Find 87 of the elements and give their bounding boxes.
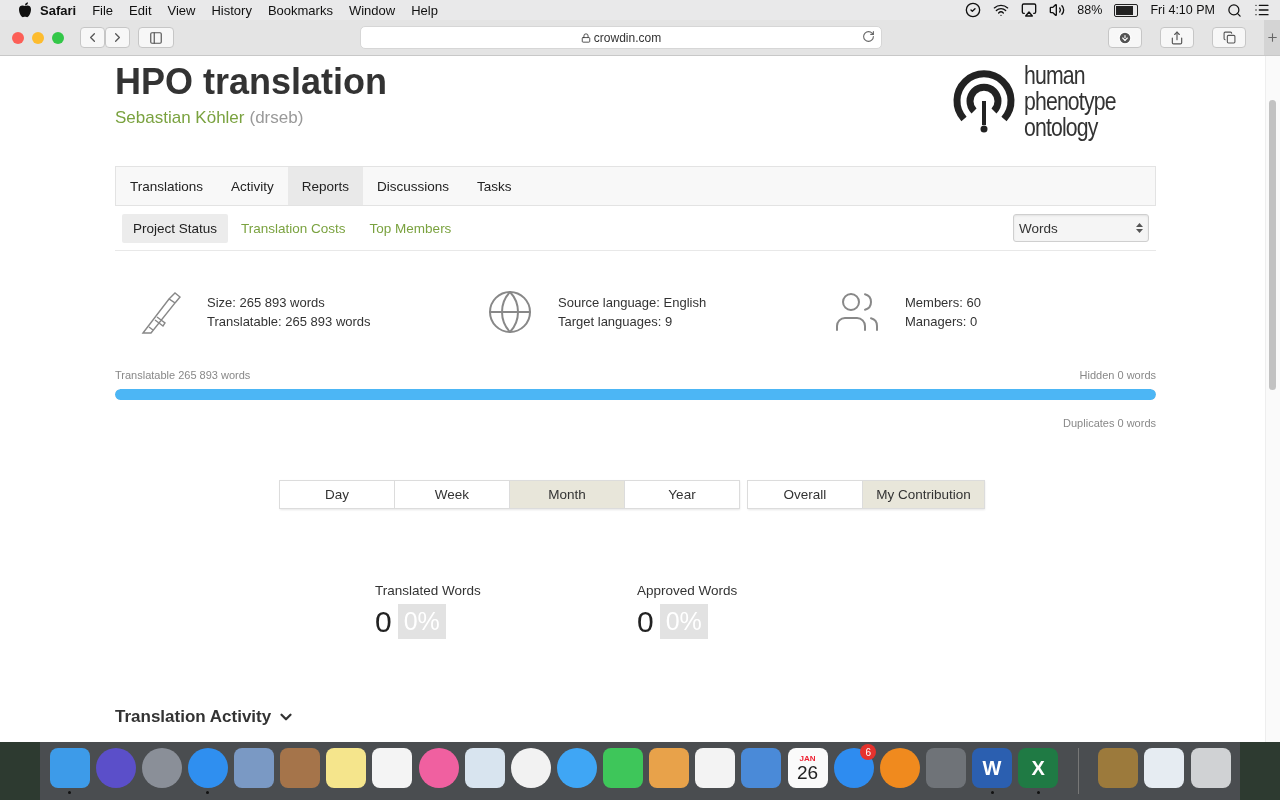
metric-value: 0: [375, 604, 392, 639]
tabs-button[interactable]: [1212, 27, 1246, 48]
app-icon[interactable]: [603, 748, 644, 788]
menu-item[interactable]: Bookmarks: [259, 2, 341, 18]
menu-item[interactable]: File: [84, 2, 122, 18]
download-button[interactable]: [1108, 27, 1142, 48]
notification-badge: 6: [860, 744, 877, 760]
new-tab-button[interactable]: [1264, 20, 1280, 55]
period-button[interactable]: Week: [394, 480, 510, 509]
check-circle-icon[interactable]: [965, 2, 982, 18]
calendar-day: 26: [797, 763, 819, 782]
nav-tab[interactable]: Discussions: [363, 167, 464, 205]
tabs-icon[interactable]: [1222, 31, 1236, 44]
period-button[interactable]: Month: [509, 480, 625, 509]
lock-icon: [580, 32, 591, 43]
app-menu[interactable]: Safari: [32, 2, 85, 18]
logo-text: ontology: [1024, 114, 1099, 140]
section-title[interactable]: Translation Activity: [115, 707, 272, 727]
app-icon[interactable]: [1190, 748, 1231, 788]
logo-text: phenotype: [1024, 88, 1116, 114]
stat-text: Managers: 0: [905, 314, 979, 329]
app-letter: X: [1031, 756, 1045, 780]
wifi-icon[interactable]: [993, 2, 1010, 18]
app-letter: W: [982, 756, 1002, 780]
app-icon[interactable]: [695, 748, 736, 788]
address-bar[interactable]: crowdin.com: [360, 26, 882, 49]
progress-label: Translatable 265 893 words: [115, 369, 251, 381]
progress-label: Hidden 0 words: [1079, 369, 1156, 381]
unit-select[interactable]: Words: [1013, 214, 1149, 242]
select-arrows-icon[interactable]: [1136, 222, 1143, 234]
sidebar-button[interactable]: [138, 27, 174, 48]
share-button[interactable]: [1160, 27, 1194, 48]
stat-text: Source language: English: [558, 295, 707, 310]
nav-tab[interactable]: Translations: [116, 167, 218, 205]
apple-icon[interactable]: [18, 2, 32, 18]
stat-text: Size: 265 893 words: [207, 295, 326, 310]
scope-button[interactable]: My Contribution: [862, 480, 985, 509]
app-icon[interactable]: [372, 748, 413, 788]
owner-handle: (drseb): [249, 108, 304, 128]
nav-tab[interactable]: Activity: [217, 167, 288, 205]
app-icon[interactable]: [510, 748, 551, 788]
share-icon[interactable]: [1170, 30, 1184, 45]
download-icon[interactable]: [1118, 30, 1132, 45]
report-tab[interactable]: Project Status: [122, 213, 229, 243]
stat-text: Target languages: 9: [558, 314, 674, 329]
list-icon[interactable]: [1254, 2, 1270, 18]
project-title: HPO translation: [115, 60, 388, 104]
reload-icon[interactable]: [862, 30, 875, 43]
menu-clock[interactable]: Fri 4:10 PM: [1150, 3, 1215, 17]
menu-item[interactable]: View: [159, 2, 204, 18]
airplay-icon[interactable]: [1021, 2, 1038, 18]
app-icon[interactable]: [464, 748, 505, 788]
plus-icon[interactable]: [1265, 31, 1279, 44]
period-button[interactable]: Day: [279, 480, 395, 509]
nav-tab[interactable]: Reports: [287, 167, 364, 205]
nav-tab[interactable]: Tasks: [463, 167, 526, 205]
metric-label: Approved Words: [637, 583, 739, 598]
app-icon[interactable]: [1144, 748, 1185, 788]
logo-text: human: [1024, 62, 1086, 88]
app-icon[interactable]: JAN 26: [787, 748, 828, 788]
app-icon[interactable]: [879, 748, 920, 788]
forward-button[interactable]: [105, 27, 130, 48]
scrollbar[interactable]: [1265, 56, 1280, 742]
menu-item[interactable]: Help: [403, 2, 446, 18]
duplicates-label: Duplicates 0 words: [1063, 417, 1156, 429]
metric-value: 0: [637, 604, 654, 639]
app-icon[interactable]: [556, 748, 597, 788]
scope-button[interactable]: Overall: [747, 480, 863, 509]
stat-text: Translatable: 265 893 words: [207, 314, 371, 329]
battery-percent[interactable]: 88%: [1077, 3, 1103, 17]
app-icon[interactable]: W: [972, 748, 1013, 788]
calendar-month: JAN: [799, 754, 816, 763]
app-icon[interactable]: [649, 748, 690, 788]
app-icon[interactable]: [326, 748, 367, 788]
sidebar-icon[interactable]: [149, 30, 163, 45]
globe-icon: [486, 288, 534, 336]
menu-item[interactable]: History: [203, 2, 260, 18]
app-icon[interactable]: X: [1018, 748, 1059, 788]
caliper-icon: [139, 289, 183, 335]
volume-icon[interactable]: [1049, 2, 1066, 18]
stat-text: Members: 60: [905, 295, 981, 310]
menu-item[interactable]: Window: [340, 2, 404, 18]
search-icon[interactable]: [1227, 2, 1242, 18]
back-button[interactable]: [80, 27, 105, 48]
battery-icon[interactable]: [1114, 3, 1139, 17]
period-button[interactable]: Year: [624, 480, 740, 509]
menu-item[interactable]: Edit: [121, 2, 160, 18]
